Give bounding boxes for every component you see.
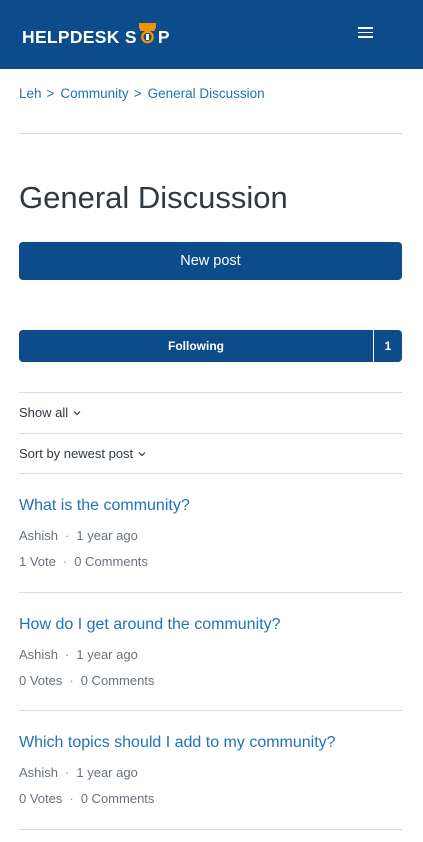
sort-label: Sort by newest post [19, 446, 134, 461]
post-meta: Ashish · 1 year ago [19, 765, 138, 780]
post-meta: Ashish · 1 year ago [19, 647, 138, 662]
post-meta: Ashish · 1 year ago [19, 528, 138, 543]
following-button-group: Following 1 [19, 330, 402, 362]
post-comments: 0 Comments [74, 554, 148, 569]
show-filter-dropdown[interactable]: Show all [19, 405, 81, 420]
post-stats: 0 Votes · 0 Comments [19, 791, 155, 806]
post-comments: 0 Comments [80, 791, 155, 806]
post-time: 1 year ago [76, 647, 138, 662]
breadcrumb-separator: > [133, 86, 142, 101]
sort-dropdown[interactable]: Sort by newest post [19, 446, 146, 461]
post-stats: 1 Vote · 0 Comments [19, 554, 148, 569]
logo-text-right: P [157, 26, 170, 47]
shop-awning-icon [138, 23, 157, 46]
divider [19, 829, 402, 830]
post-time: 1 year ago [76, 765, 138, 780]
divider [19, 710, 402, 711]
post-time: 1 year ago [76, 528, 138, 543]
chevron-down-icon [73, 410, 81, 415]
post-author[interactable]: Ashish [19, 528, 58, 543]
post-title-link[interactable]: Which topics should I add to my communit… [19, 734, 336, 752]
following-button[interactable]: Following [19, 330, 373, 362]
logo-text-left: HELPDESK S [22, 26, 137, 47]
post-votes: 1 Vote [19, 554, 56, 569]
show-filter-label: Show all [19, 405, 69, 420]
divider [19, 133, 402, 134]
breadcrumb-separator: > [46, 86, 55, 101]
divider [19, 473, 402, 474]
chevron-down-icon [138, 451, 146, 456]
breadcrumb-item-general-discussion[interactable]: General Discussion [148, 86, 265, 101]
breadcrumb-item-community[interactable]: Community [60, 86, 128, 101]
post-comments: 0 Comments [80, 673, 155, 688]
site-header: HELPDESK S P [0, 0, 423, 69]
post-votes: 0 Votes [19, 791, 63, 806]
divider [19, 392, 402, 393]
new-post-button[interactable]: New post [19, 242, 402, 280]
helpdesk-shop-logo[interactable]: HELPDESK S P [22, 23, 170, 47]
breadcrumb: Leh > Community > General Discussion [19, 86, 265, 101]
divider [19, 433, 402, 434]
hamburger-icon[interactable] [358, 27, 373, 40]
post-votes: 0 Votes [19, 673, 63, 688]
post-title-link[interactable]: What is the community? [19, 497, 190, 515]
post-title-link[interactable]: How do I get around the community? [19, 616, 280, 634]
follower-count-button[interactable]: 1 [373, 330, 402, 362]
post-author[interactable]: Ashish [19, 765, 58, 780]
breadcrumb-item-leh[interactable]: Leh [19, 86, 42, 101]
page-title: General Discussion [19, 180, 288, 215]
divider [19, 592, 402, 593]
post-stats: 0 Votes · 0 Comments [19, 673, 155, 688]
post-author[interactable]: Ashish [19, 647, 58, 662]
